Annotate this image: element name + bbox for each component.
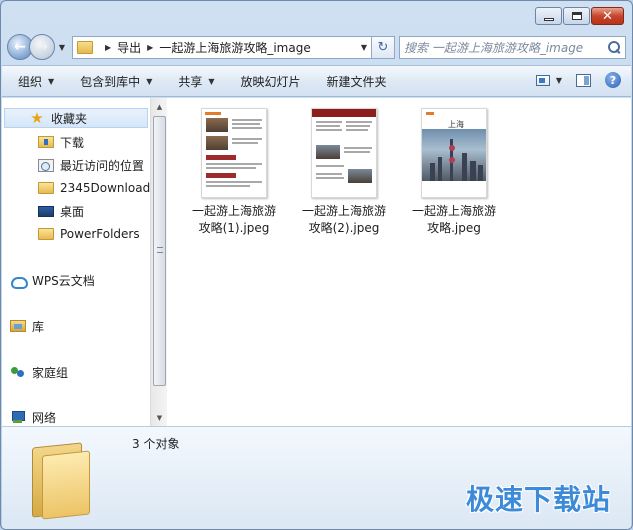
refresh-button[interactable]: ↻	[372, 36, 395, 59]
search-icon[interactable]	[607, 40, 621, 54]
nav-network-label: 网络	[32, 409, 56, 426]
nav-wps-cloud[interactable]: WPS云文档	[10, 270, 95, 290]
library-icon	[10, 320, 26, 332]
breadcrumb-chevron-icon[interactable]: ▶	[147, 43, 153, 52]
nav-item-label: 2345Downloads	[60, 181, 150, 195]
file-thumbnail	[311, 108, 377, 198]
star-icon: ★	[29, 111, 45, 125]
scroll-down-icon[interactable]: ▼	[151, 409, 168, 426]
command-bar: 组织 ▼ 包含到库中 ▼ 共享 ▼ 放映幻灯片 新建文件夹 ▼ ?	[2, 65, 631, 97]
slideshow-button[interactable]: 放映幻灯片	[241, 73, 301, 90]
close-icon: ✕	[602, 10, 613, 23]
folder-icon	[38, 228, 54, 240]
maximize-icon	[572, 12, 582, 20]
downloads-folder-icon	[38, 136, 54, 148]
file-item[interactable]: 一起游上海旅游 攻略(2).jpeg	[289, 108, 399, 237]
organize-label: 组织	[18, 73, 42, 90]
chevron-down-icon: ▼	[146, 77, 152, 86]
nav-homegroup-label: 家庭组	[32, 364, 68, 381]
file-name-line: 一起游上海旅游	[289, 203, 399, 220]
recent-places-icon	[38, 159, 54, 172]
file-name-line: 攻略(1).jpeg	[179, 220, 289, 237]
share-menu[interactable]: 共享 ▼	[178, 73, 214, 90]
details-pane: 3 个对象 极速下载站	[2, 426, 631, 530]
address-bar[interactable]: ▶ 导出 ▶ 一起游上海旅游攻略_image ▼	[72, 36, 372, 59]
organize-menu[interactable]: 组织 ▼	[18, 73, 54, 90]
file-name-line: 一起游上海旅游	[179, 203, 289, 220]
new-folder-label: 新建文件夹	[327, 73, 387, 90]
include-in-library-label: 包含到库中	[80, 73, 140, 90]
help-icon[interactable]: ?	[605, 72, 621, 88]
chevron-down-icon: ▼	[208, 77, 214, 86]
minimize-button[interactable]	[535, 7, 562, 25]
preview-pane-icon[interactable]	[576, 74, 591, 87]
desktop-icon	[38, 206, 54, 217]
new-folder-button[interactable]: 新建文件夹	[327, 73, 387, 90]
cloud-icon	[10, 274, 26, 286]
nav-item-2345downloads[interactable]: 2345Downloads	[38, 178, 150, 198]
file-item[interactable]: 一起游上海旅游 攻略(1).jpeg	[179, 108, 289, 237]
change-view-button[interactable]: ▼	[536, 75, 562, 86]
slideshow-label: 放映幻灯片	[241, 73, 301, 90]
search-input[interactable]: 搜索 一起游上海旅游攻略_image	[404, 39, 607, 56]
nav-item-recent-places[interactable]: 最近访问的位置	[38, 155, 144, 175]
window-controls: ✕	[535, 7, 624, 25]
navigation-pane: ★ 收藏夹 下载 最近访问的位置 2345Downloads 桌面 PowerF…	[2, 98, 150, 426]
share-label: 共享	[178, 73, 202, 90]
scroll-thumb[interactable]	[153, 116, 166, 386]
homegroup-icon	[10, 365, 26, 379]
minimize-icon	[544, 18, 554, 21]
search-box[interactable]: 搜索 一起游上海旅游攻略_image	[399, 36, 626, 59]
nav-library-label: 库	[32, 318, 44, 335]
file-thumbnail	[201, 108, 267, 198]
nav-scrollbar[interactable]: ▲ ▼	[150, 98, 167, 426]
nav-item-label: 最近访问的位置	[60, 157, 144, 174]
nav-homegroup[interactable]: 家庭组	[10, 362, 68, 382]
folder-icon	[38, 182, 54, 194]
nav-wps-cloud-label: WPS云文档	[32, 272, 95, 289]
refresh-icon: ↻	[378, 40, 389, 55]
maximize-button[interactable]	[563, 7, 590, 25]
file-name-line: 攻略(2).jpeg	[289, 220, 399, 237]
folder-icon	[32, 439, 94, 517]
back-arrow-icon: ←	[14, 39, 26, 55]
nav-item-powerfolders[interactable]: PowerFolders	[38, 224, 140, 244]
nav-item-desktop[interactable]: 桌面	[38, 201, 84, 221]
chevron-down-icon: ▼	[556, 76, 562, 85]
file-item[interactable]: 上海 一起游上海旅游 攻略.jpeg	[399, 108, 509, 237]
nav-favorites[interactable]: ★ 收藏夹	[4, 108, 148, 128]
nav-item-label: 下载	[60, 134, 84, 151]
view-icon	[536, 75, 550, 86]
chevron-down-icon: ▼	[48, 77, 54, 86]
nav-library[interactable]: 库	[10, 316, 44, 336]
toolbar-right-tools: ▼ ?	[536, 72, 621, 88]
breadcrumb-chevron-icon[interactable]: ▶	[105, 43, 111, 52]
item-count: 3 个对象	[132, 435, 179, 452]
nav-favorites-label: 收藏夹	[51, 110, 87, 127]
network-icon	[10, 410, 26, 424]
file-name-line: 攻略.jpeg	[399, 220, 509, 237]
nav-item-label: PowerFolders	[60, 227, 140, 241]
nav-item-label: 桌面	[60, 203, 84, 220]
watermark-logo: 极速下载站	[466, 478, 611, 518]
explorer-window: ✕ ← → ▼ ▶ 导出 ▶ 一起游上海旅游攻略_image ▼ ↻ 搜索 一起…	[0, 0, 633, 530]
folder-icon	[77, 41, 93, 54]
file-thumbnail: 上海	[421, 108, 487, 198]
breadcrumb-export[interactable]: 导出	[117, 39, 141, 56]
scroll-up-icon[interactable]: ▲	[151, 98, 168, 115]
forward-button[interactable]: →	[29, 34, 55, 60]
nav-network[interactable]: 网络	[10, 407, 56, 426]
file-name-line: 一起游上海旅游	[399, 203, 509, 220]
nav-item-downloads[interactable]: 下载	[38, 132, 84, 152]
include-in-library-menu[interactable]: 包含到库中 ▼	[80, 73, 152, 90]
grip-icon	[157, 247, 163, 253]
breadcrumb-current-folder[interactable]: 一起游上海旅游攻略_image	[159, 39, 310, 56]
recent-pages-dropdown[interactable]: ▼	[56, 43, 68, 52]
forward-arrow-icon: →	[36, 39, 48, 55]
close-button[interactable]: ✕	[591, 7, 624, 25]
address-row: ← → ▼ ▶ 导出 ▶ 一起游上海旅游攻略_image ▼ ↻ 搜索 一起游上…	[7, 33, 626, 61]
file-list[interactable]: 一起游上海旅游 攻略(1).jpeg 一起游上海旅游 攻略(2	[167, 98, 631, 426]
address-dropdown-icon[interactable]: ▼	[361, 43, 367, 52]
